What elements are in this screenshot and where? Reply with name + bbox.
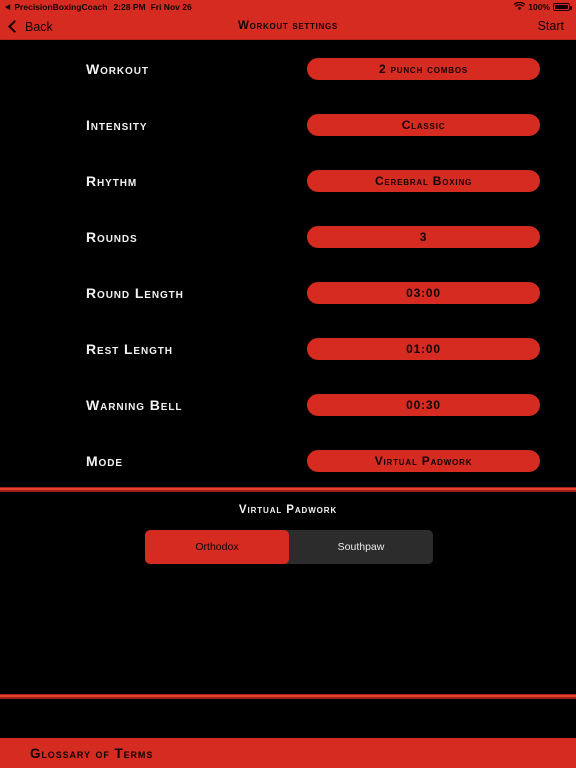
setting-value-warning-bell[interactable]: 00:30 bbox=[307, 394, 540, 416]
setting-row-rounds: Rounds 3 bbox=[0, 209, 576, 265]
setting-value-round-length[interactable]: 03:00 bbox=[307, 282, 540, 304]
setting-row-warning-bell: Warning Bell 00:30 bbox=[0, 377, 576, 433]
battery-full-icon bbox=[553, 3, 572, 11]
segment-southpaw[interactable]: Southpaw bbox=[289, 530, 433, 564]
glossary-of-terms-bar[interactable]: Glossary of Terms bbox=[0, 738, 576, 768]
setting-label-mode: Mode bbox=[86, 453, 123, 469]
workout-settings-list: Workout 2 punch combos Intensity Classic… bbox=[0, 41, 576, 488]
glossary-of-terms-label: Glossary of Terms bbox=[30, 745, 154, 761]
setting-row-workout: Workout 2 punch combos bbox=[0, 41, 576, 97]
segment-orthodox[interactable]: Orthodox bbox=[145, 530, 289, 564]
setting-label-intensity: Intensity bbox=[86, 117, 148, 133]
back-to-app-icon[interactable]: ◀ bbox=[5, 4, 10, 11]
setting-label-workout: Workout bbox=[86, 61, 149, 77]
setting-label-round-length: Round Length bbox=[86, 285, 184, 301]
status-time: 2:28 PM bbox=[113, 2, 146, 12]
setting-row-mode: Mode Virtual Padwork bbox=[0, 433, 576, 489]
section-divider-bottom bbox=[0, 693, 576, 699]
setting-value-rhythm[interactable]: Cerebral Boxing bbox=[307, 170, 540, 192]
app-screen: ◀ PrecisionBoxingCoach 2:28 PM Fri Nov 2… bbox=[0, 0, 576, 768]
start-button[interactable]: Start bbox=[538, 14, 564, 39]
setting-value-mode[interactable]: Virtual Padwork bbox=[307, 450, 540, 472]
status-bar-right: 100% bbox=[514, 0, 572, 14]
setting-label-rhythm: Rhythm bbox=[86, 173, 138, 189]
setting-row-rest-length: Rest Length 01:00 bbox=[0, 321, 576, 377]
status-bar-left: ◀ PrecisionBoxingCoach 2:28 PM Fri Nov 2… bbox=[0, 2, 192, 12]
virtual-padwork-title: Virtual Padwork bbox=[238, 504, 338, 516]
battery-percent-label: 100% bbox=[528, 2, 550, 12]
section-divider-top bbox=[0, 486, 576, 492]
navigation-bar: Back Workout settings Start bbox=[0, 14, 576, 40]
status-bar: ◀ PrecisionBoxingCoach 2:28 PM Fri Nov 2… bbox=[0, 0, 576, 14]
page-title: Workout settings bbox=[238, 20, 338, 32]
setting-row-rhythm: Rhythm Cerebral Boxing bbox=[0, 153, 576, 209]
setting-label-rest-length: Rest Length bbox=[86, 341, 173, 357]
setting-row-intensity: Intensity Classic bbox=[0, 97, 576, 153]
setting-value-rest-length[interactable]: 01:00 bbox=[307, 338, 540, 360]
stance-segmented-control[interactable]: Orthodox Southpaw bbox=[145, 530, 433, 564]
status-date: Fri Nov 26 bbox=[150, 2, 192, 12]
back-to-app-label[interactable]: PrecisionBoxingCoach bbox=[14, 2, 107, 12]
setting-value-rounds[interactable]: 3 bbox=[307, 226, 540, 248]
setting-label-warning-bell: Warning Bell bbox=[86, 397, 183, 413]
setting-row-round-length: Round Length 03:00 bbox=[0, 265, 576, 321]
setting-label-rounds: Rounds bbox=[86, 229, 138, 245]
setting-value-intensity[interactable]: Classic bbox=[307, 114, 540, 136]
setting-value-workout[interactable]: 2 punch combos bbox=[307, 58, 540, 80]
wifi-icon bbox=[514, 1, 526, 13]
